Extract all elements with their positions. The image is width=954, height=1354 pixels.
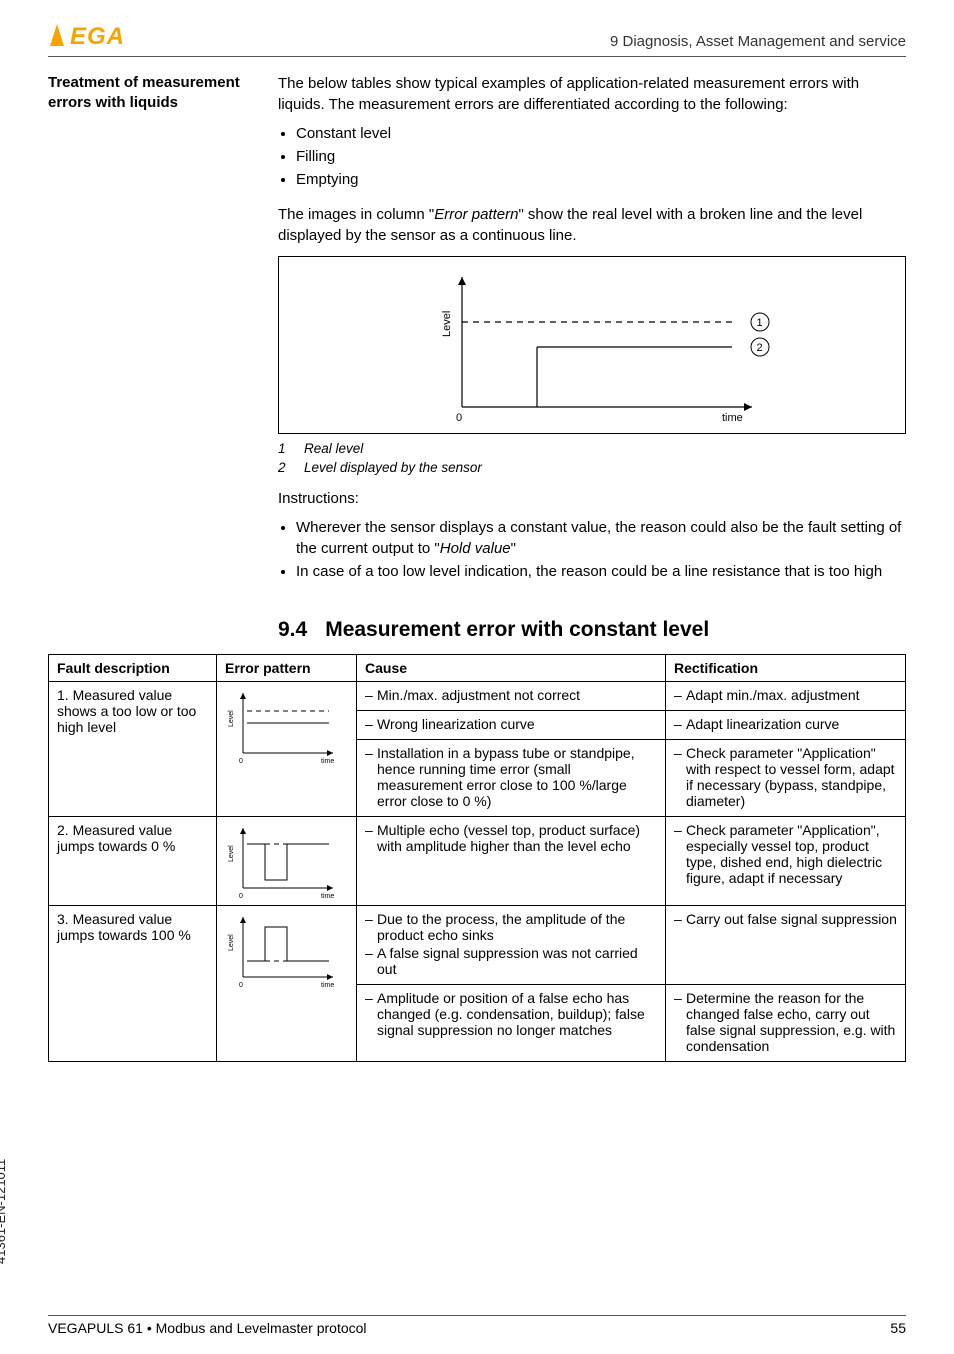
- rectification-cell: Carry out false signal suppression: [666, 905, 906, 984]
- fault-description-cell: 3. Measured value jumps towards 100 %: [49, 905, 217, 1061]
- aside-heading: Treatment of measurement errors with liq…: [48, 73, 258, 596]
- cause-cell: Min./max. adjustment not correct: [357, 681, 666, 710]
- footer-page-number: 55: [890, 1320, 906, 1336]
- logo: EGA: [48, 20, 158, 50]
- text: The images in column ": [278, 206, 434, 223]
- rect-text: Check parameter "Application" with respe…: [674, 745, 897, 809]
- instructions-list: Wherever the sensor displays a constant …: [278, 517, 906, 582]
- caption-num: 2: [278, 459, 292, 478]
- section-header-title: 9 Diagnosis, Asset Management and servic…: [610, 33, 906, 50]
- cause-cell: Wrong linearization curve: [357, 710, 666, 739]
- text: ": [511, 540, 516, 557]
- error-pattern-cell: Level time 0: [217, 681, 357, 816]
- intro-bullets: Constant level Filling Emptying: [278, 123, 906, 190]
- rect-text: Adapt linearization curve: [674, 716, 897, 732]
- intro-paragraph: The below tables show typical examples o…: [278, 73, 906, 115]
- side-doc-code: 41361-EN-121011: [0, 1159, 8, 1264]
- th-cause: Cause: [357, 654, 666, 681]
- instruction-item: Wherever the sensor displays a constant …: [296, 517, 906, 559]
- fault-description-cell: 2. Measured value jumps towards 0 %: [49, 816, 217, 905]
- rectification-cell: Check parameter "Application" with respe…: [666, 739, 906, 816]
- marker-2: 2: [757, 342, 763, 354]
- level-time-figure: Level time 0 1 2: [278, 256, 906, 434]
- cause-cell: Amplitude or position of a false echo ha…: [357, 984, 666, 1061]
- instructions-label: Instructions:: [278, 488, 906, 509]
- cause-cell: Installation in a bypass tube or standpi…: [357, 739, 666, 816]
- caption-text: Level displayed by the sensor: [304, 459, 482, 478]
- cause-text: A false signal suppression was not carri…: [365, 945, 657, 977]
- bullet-item: Constant level: [296, 123, 906, 144]
- section-heading: 9.4 Measurement error with constant level: [278, 618, 906, 642]
- caption-text: Real level: [304, 440, 363, 459]
- cause-text: Multiple echo (vessel top, product surfa…: [365, 822, 657, 854]
- svg-text:Level: Level: [228, 934, 235, 951]
- th-error-pattern: Error pattern: [217, 654, 357, 681]
- rect-text: Adapt min./max. adjustment: [674, 687, 897, 703]
- emphasis: Error pattern: [434, 206, 518, 223]
- svg-text:time: time: [321, 893, 334, 900]
- svg-text:time: time: [321, 982, 334, 989]
- svg-text:EGA: EGA: [70, 23, 125, 50]
- error-pattern-cell: Level time 0: [217, 816, 357, 905]
- svg-text:Level: Level: [228, 710, 235, 727]
- svg-text:0: 0: [239, 758, 243, 765]
- vega-logo-icon: EGA: [48, 20, 158, 50]
- page-footer: VEGAPULS 61 • Modbus and Levelmaster pro…: [48, 1315, 906, 1336]
- caption-num: 1: [278, 440, 292, 459]
- cause-cell: Due to the process, the amplitude of the…: [357, 905, 666, 984]
- figure-caption: 1 Real level 2 Level displayed by the se…: [278, 440, 906, 478]
- th-fault-description: Fault description: [49, 654, 217, 681]
- rect-text: Carry out false signal suppression: [674, 911, 897, 927]
- th-rectification: Rectification: [666, 654, 906, 681]
- svg-text:Level: Level: [228, 845, 235, 862]
- fault-table: Fault description Error pattern Cause Re…: [48, 654, 906, 1062]
- svg-text:time: time: [321, 758, 334, 765]
- text: Wherever the sensor displays a constant …: [296, 519, 901, 557]
- rectification-cell: Check parameter "Application", especiall…: [666, 816, 906, 905]
- rectification-cell: Determine the reason for the changed fal…: [666, 984, 906, 1061]
- images-note: The images in column "Error pattern" sho…: [278, 204, 906, 246]
- emphasis: Hold value: [440, 540, 511, 557]
- section-number: 9.4: [278, 618, 307, 641]
- bullet-item: Filling: [296, 146, 906, 167]
- error-pattern-cell: Level time 0: [217, 905, 357, 1061]
- rectification-cell: Adapt min./max. adjustment: [666, 681, 906, 710]
- cause-text: Amplitude or position of a false echo ha…: [365, 990, 657, 1038]
- bullet-item: Emptying: [296, 169, 906, 190]
- footer-left: VEGAPULS 61 • Modbus and Levelmaster pro…: [48, 1320, 367, 1336]
- cause-text: Wrong linearization curve: [365, 716, 657, 732]
- section-title: Measurement error with constant level: [325, 618, 709, 641]
- origin-label: 0: [456, 412, 462, 424]
- fault-description-cell: 1. Measured value shows a too low or too…: [49, 681, 217, 816]
- instruction-item: In case of a too low level indication, t…: [296, 561, 906, 582]
- cause-text: Min./max. adjustment not correct: [365, 687, 657, 703]
- y-axis-label: Level: [441, 311, 453, 337]
- rect-text: Check parameter "Application", especiall…: [674, 822, 897, 886]
- rectification-cell: Adapt linearization curve: [666, 710, 906, 739]
- marker-1: 1: [757, 317, 763, 329]
- x-axis-label: time: [722, 412, 743, 424]
- cause-cell: Multiple echo (vessel top, product surfa…: [357, 816, 666, 905]
- rect-text: Determine the reason for the changed fal…: [674, 990, 897, 1054]
- cause-text: Installation in a bypass tube or standpi…: [365, 745, 657, 809]
- svg-text:0: 0: [239, 982, 243, 989]
- cause-text: Due to the process, the amplitude of the…: [365, 911, 657, 943]
- svg-text:0: 0: [239, 893, 243, 900]
